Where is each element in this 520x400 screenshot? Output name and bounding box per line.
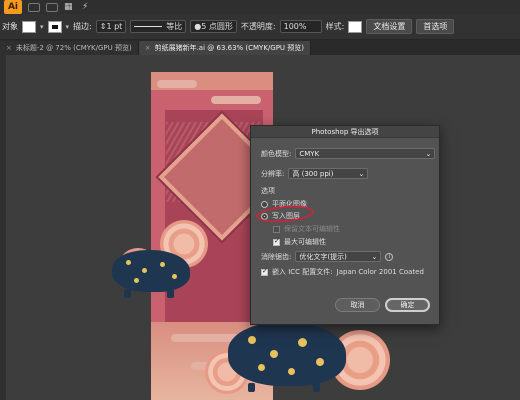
pig-leg [124,289,131,298]
tab-pig-new-year[interactable]: × 剪纸展猪新年.ai @ 63.63% (CMYK/GPU 预览) [138,41,312,55]
color-model-value: CMYK [299,149,320,158]
tools-panel-strip [0,55,6,400]
pig-pattern-dot [258,364,265,371]
brush-value: 5 点圆形 [201,22,233,31]
brush-select[interactable]: ● 5 点圆形 [190,20,237,33]
fill-swatch[interactable] [22,20,36,33]
stroke-profile-select[interactable]: 等比 [130,20,187,33]
stroke-weight-value: 1 pt [106,22,123,31]
chevron-down-icon[interactable]: ▾ [40,23,44,31]
flat-image-radio[interactable] [261,200,268,208]
options-heading: 选项 [261,187,275,195]
dot-icon: ● [194,22,202,31]
stroke-label: 描边: [73,22,92,31]
chevron-down-icon: ⌄ [371,252,378,261]
gpu-icon[interactable]: ⚡ [82,2,94,12]
preferences-button[interactable]: 首选项 [416,19,455,34]
stroke-swatch[interactable] [47,20,62,33]
pig-pattern-dot [172,274,177,279]
preserve-text-option: 保留文本可编辑性 [273,224,340,234]
selection-label: 对象 [2,22,18,31]
resolution-select[interactable]: 高 (300 ppi) ⌄ [288,168,369,179]
embed-icc-label: 嵌入 ICC 配置文件: [272,268,333,276]
color-model-row: 颜色模型: CMYK ⌄ [261,148,436,159]
chevron-down-icon: ⌄ [358,169,365,178]
pig-pattern-dot [270,350,278,358]
embed-icc-checkbox[interactable] [261,267,268,276]
color-model-select[interactable]: CMYK ⌄ [295,148,436,159]
stock-icon[interactable] [46,2,58,12]
tab-label: 剪纸展猪新年.ai @ 63.63% (CMYK/GPU 预览) [154,44,305,52]
tab-label: 未标题-2 @ 72% (CMYK/GPU 预览) [15,44,132,52]
antialias-value: 优化文字(提示) [299,252,347,261]
pig-pattern-dot [288,368,295,375]
pig-leg [313,383,320,392]
embed-icc-option[interactable]: 嵌入 ICC 配置文件: Japan Color 2001 Coated [261,267,424,277]
stroke-profile-value: 等比 [166,22,183,31]
document-setup-button[interactable]: 文档设置 [366,19,413,34]
document-tab-bar: × 未标题-2 @ 72% (CMYK/GPU 预览) × 剪纸展猪新年.ai … [0,40,520,55]
pig-pattern-dot [298,338,307,347]
dialog-title: Photoshop 导出选项 [251,126,439,138]
menu-bar: Ai ▦ ⚡ [0,0,520,14]
max-edit-option[interactable]: 最大可编辑性 [273,237,326,247]
info-icon[interactable]: i [385,252,394,261]
pig-pattern-dot [248,336,256,344]
pig-leg [167,289,174,298]
paper-cut-pig-large [228,322,346,392]
pig-pattern-dot [126,260,131,265]
chevron-down-icon[interactable]: ▾ [66,23,70,31]
stepper-icon[interactable]: ⇕ [100,22,107,31]
antialias-label: 消除锯齿: [261,252,292,261]
max-edit-checkbox[interactable] [273,237,280,246]
stroke-line-preview [134,26,163,27]
close-icon[interactable]: × [145,44,151,52]
antialias-select[interactable]: 优化文字(提示) ⌄ [295,251,382,262]
close-icon[interactable]: × [6,44,12,52]
pig-leg [248,383,255,392]
paper-cut-pig [112,250,190,298]
cloud-shape [157,80,197,88]
bridge-icon[interactable] [28,2,40,12]
control-bar: 对象 ▾ ▾ 描边: ⇕ 1 pt 等比 ● 5 点圆形 不透明度: 100% … [0,14,520,40]
pig-pattern-dot [160,262,165,267]
opacity-value: 100% [283,22,307,31]
max-edit-label: 最大可编辑性 [284,238,326,246]
cancel-button[interactable]: 取消 [335,298,380,312]
preserve-text-label: 保留文本可编辑性 [284,225,340,233]
color-model-label: 颜色模型: [261,149,292,158]
resolution-value: 高 (300 ppi) [292,169,334,178]
resolution-row: 分辨率: 高 (300 ppi) ⌄ [261,168,369,179]
chevron-down-icon: ⌄ [425,149,432,158]
antialias-row: 消除锯齿: 优化文字(提示) ⌄ i [261,251,394,262]
pig-pattern-dot [316,358,324,366]
ok-button[interactable]: 确定 [385,298,430,312]
style-label: 样式: [325,22,345,31]
preserve-text-checkbox [273,225,280,233]
tab-untitled-2[interactable]: × 未标题-2 @ 72% (CMYK/GPU 预览) [0,41,139,55]
cloud-shape [211,96,261,104]
style-swatch[interactable] [348,20,363,33]
pig-pattern-dot [142,268,147,273]
opacity-field[interactable]: 100% [279,20,322,33]
opacity-label: 不透明度: [240,22,276,31]
icc-profile-name: Japan Color 2001 Coated [336,268,424,276]
grid-layout-icon[interactable]: ▦ [64,2,76,12]
resolution-label: 分辨率: [261,169,285,178]
photoshop-export-options-dialog: Photoshop 导出选项 颜色模型: CMYK ⌄ 分辨率: 高 (300 … [250,125,440,325]
pig-pattern-dot [134,278,139,283]
illustrator-logo: Ai [4,0,22,14]
stroke-weight-field[interactable]: ⇕ 1 pt [95,20,127,33]
